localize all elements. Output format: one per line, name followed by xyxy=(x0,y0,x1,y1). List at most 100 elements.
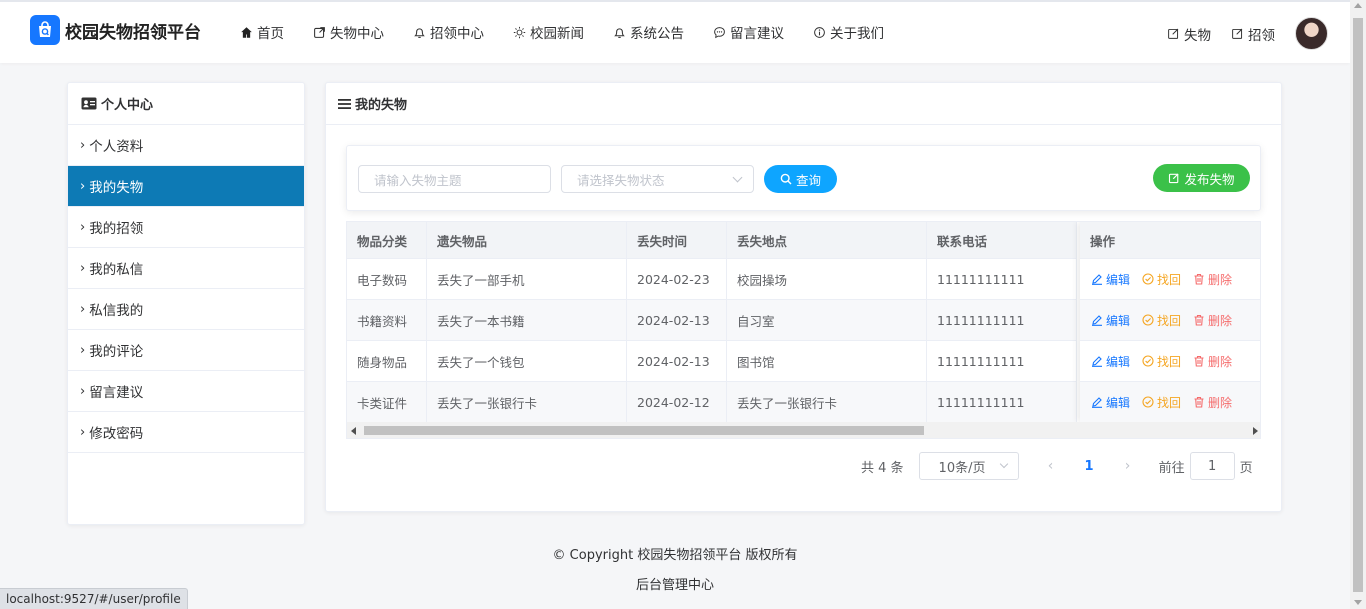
menu-icon xyxy=(338,98,351,109)
check-circle-icon xyxy=(1142,314,1154,326)
table-cell: 图书馆 xyxy=(727,341,927,381)
nav-label: 招领中心 xyxy=(430,26,484,42)
table-row[interactable]: 卡类证件 丢失了一张银行卡 2024-02-12 丢失了一张银行卡 111111… xyxy=(347,382,1077,423)
scroll-thumb[interactable] xyxy=(1353,18,1363,592)
table-row[interactable]: 随身物品 丢失了一个钱包 2024-02-13 图书馆 11111111111 xyxy=(347,341,1077,382)
table-cell: 2024-02-13 xyxy=(627,300,727,340)
find-button[interactable]: 找回 xyxy=(1142,394,1181,411)
panel-title: 我的失物 xyxy=(326,83,1281,125)
edit-button[interactable]: 编辑 xyxy=(1091,394,1130,411)
vertical-scrollbar[interactable] xyxy=(1350,0,1366,609)
nav-announcements[interactable]: 系统公告 xyxy=(613,22,684,42)
delete-button[interactable]: 删除 xyxy=(1193,312,1232,329)
trash-icon xyxy=(1194,355,1204,367)
nav-label: 校园新闻 xyxy=(530,26,584,42)
logo[interactable]: 校园失物招领平台 xyxy=(30,15,201,45)
nav-label: 系统公告 xyxy=(630,26,684,42)
row-actions: 编辑 找回 删除 xyxy=(1080,341,1260,382)
find-button[interactable]: 找回 xyxy=(1142,353,1181,370)
sidebar-item-my-messages[interactable]: › 我的私信 xyxy=(68,248,304,289)
nav-label: 关于我们 xyxy=(830,26,884,42)
trash-icon xyxy=(1194,396,1204,408)
sidebar-item-profile[interactable]: › 个人资料 xyxy=(68,125,304,166)
table-cell: 2024-02-23 xyxy=(627,259,727,299)
edit-button[interactable]: 编辑 xyxy=(1091,312,1130,329)
scroll-thumb[interactable] xyxy=(364,426,924,435)
nav-label: 失物中心 xyxy=(330,26,384,42)
find-button[interactable]: 找回 xyxy=(1142,271,1181,288)
goto-label: 前往 xyxy=(1158,460,1185,476)
table-cell: 11111111111 xyxy=(927,382,1077,422)
prev-page-button[interactable]: ‹ xyxy=(1044,458,1058,474)
table-row[interactable]: 电子数码 丢失了一部手机 2024-02-23 校园操场 11111111111 xyxy=(347,259,1077,300)
edit-icon xyxy=(1232,28,1243,39)
post-lost-button[interactable]: 失物 xyxy=(1167,24,1211,44)
page-label: 页 xyxy=(1239,460,1253,476)
publish-lost-button[interactable]: 发布失物 xyxy=(1153,164,1250,192)
nav-lost-center[interactable]: 失物中心 xyxy=(313,22,384,42)
goto-page-input[interactable]: 1 xyxy=(1189,452,1235,480)
nav-home[interactable]: 首页 xyxy=(240,22,284,42)
column-header: 物品分类 xyxy=(347,222,427,258)
sidebar-item-my-lost[interactable]: › 我的失物 xyxy=(68,166,304,207)
horizontal-scrollbar[interactable] xyxy=(347,422,1260,438)
table-cell: 书籍资料 xyxy=(347,300,427,340)
edit-button[interactable]: 编辑 xyxy=(1091,271,1130,288)
table-cell: 丢失了一部手机 xyxy=(427,259,627,299)
page-size-select[interactable]: 10条/页 xyxy=(918,452,1019,480)
bell-icon xyxy=(414,27,425,38)
chevron-right-icon: › xyxy=(80,137,86,153)
delete-button[interactable]: 删除 xyxy=(1193,353,1232,370)
check-circle-icon xyxy=(1142,273,1154,285)
column-header: 操作 xyxy=(1080,222,1260,259)
edit-button[interactable]: 编辑 xyxy=(1091,353,1130,370)
sidebar-item-messages-to-me[interactable]: › 私信我的 xyxy=(68,289,304,330)
nav-messages[interactable]: 留言建议 xyxy=(713,22,784,42)
chevron-right-icon: › xyxy=(80,342,86,358)
nav-found-center[interactable]: 招领中心 xyxy=(413,22,484,42)
delete-button[interactable]: 删除 xyxy=(1193,394,1232,411)
status-select[interactable]: 请选择失物状态 xyxy=(561,165,754,193)
sidebar-item-my-comments[interactable]: › 我的评论 xyxy=(68,330,304,371)
delete-button[interactable]: 删除 xyxy=(1193,271,1232,288)
info-icon xyxy=(814,26,825,38)
find-button[interactable]: 找回 xyxy=(1142,312,1181,329)
edit-icon xyxy=(1092,315,1102,326)
table-row[interactable]: 书籍资料 丢失了一本书籍 2024-02-13 自习室 11111111111 xyxy=(347,300,1077,341)
scroll-right-icon[interactable] xyxy=(1253,427,1258,435)
status-url: localhost:9527/#/user/profile xyxy=(0,588,188,609)
my-lost-panel: 我的失物 请输入失物主题 请选择失物状态 查询 发布失物 物品分类 遗失物品 丢… xyxy=(325,82,1282,512)
search-icon xyxy=(780,173,792,185)
nav-label: 留言建议 xyxy=(730,26,784,42)
avatar[interactable] xyxy=(1295,17,1328,50)
row-actions: 编辑 找回 删除 xyxy=(1080,382,1260,423)
nav-label: 首页 xyxy=(257,26,284,42)
pagination: 共 4 条 10条/页 ‹ 1 › 前往 1 页 xyxy=(861,452,1253,480)
admin-center-link[interactable]: 后台管理中心 xyxy=(0,574,1350,593)
next-page-button[interactable]: › xyxy=(1121,458,1135,474)
sidebar-item-my-found[interactable]: › 我的招领 xyxy=(68,207,304,248)
nav-about[interactable]: 关于我们 xyxy=(813,22,884,42)
pager-total: 共 4 条 xyxy=(861,460,904,476)
edit-icon xyxy=(1092,274,1102,285)
logo-text: 校园失物招领平台 xyxy=(65,22,201,43)
personal-center-sidebar: 个人中心 › 个人资料 › 我的失物 › 我的招领 › 我的私信 › 私信我的 › 我的评论… xyxy=(67,82,305,525)
check-circle-icon xyxy=(1142,355,1154,367)
sidebar-item-change-password[interactable]: › 修改密码 xyxy=(68,412,304,453)
scroll-up-icon[interactable] xyxy=(1354,3,1362,8)
page-number[interactable]: 1 xyxy=(1085,459,1094,474)
nav-news[interactable]: 校园新闻 xyxy=(513,22,584,42)
query-button[interactable]: 查询 xyxy=(764,165,837,193)
sidebar-item-suggestions[interactable]: › 留言建议 xyxy=(68,371,304,412)
column-header: 遗失物品 xyxy=(427,222,627,258)
sun-icon xyxy=(513,26,526,38)
scroll-down-icon[interactable] xyxy=(1354,600,1362,605)
trash-icon xyxy=(1194,273,1204,285)
post-found-button[interactable]: 招领 xyxy=(1231,24,1275,44)
subject-search-input[interactable]: 请输入失物主题 xyxy=(358,165,551,193)
scroll-left-icon[interactable] xyxy=(351,427,356,435)
chevron-down-icon xyxy=(732,172,743,183)
table-cell: 丢失了一个钱包 xyxy=(427,341,627,381)
table-cell: 2024-02-13 xyxy=(627,341,727,381)
table-cell: 电子数码 xyxy=(347,259,427,299)
